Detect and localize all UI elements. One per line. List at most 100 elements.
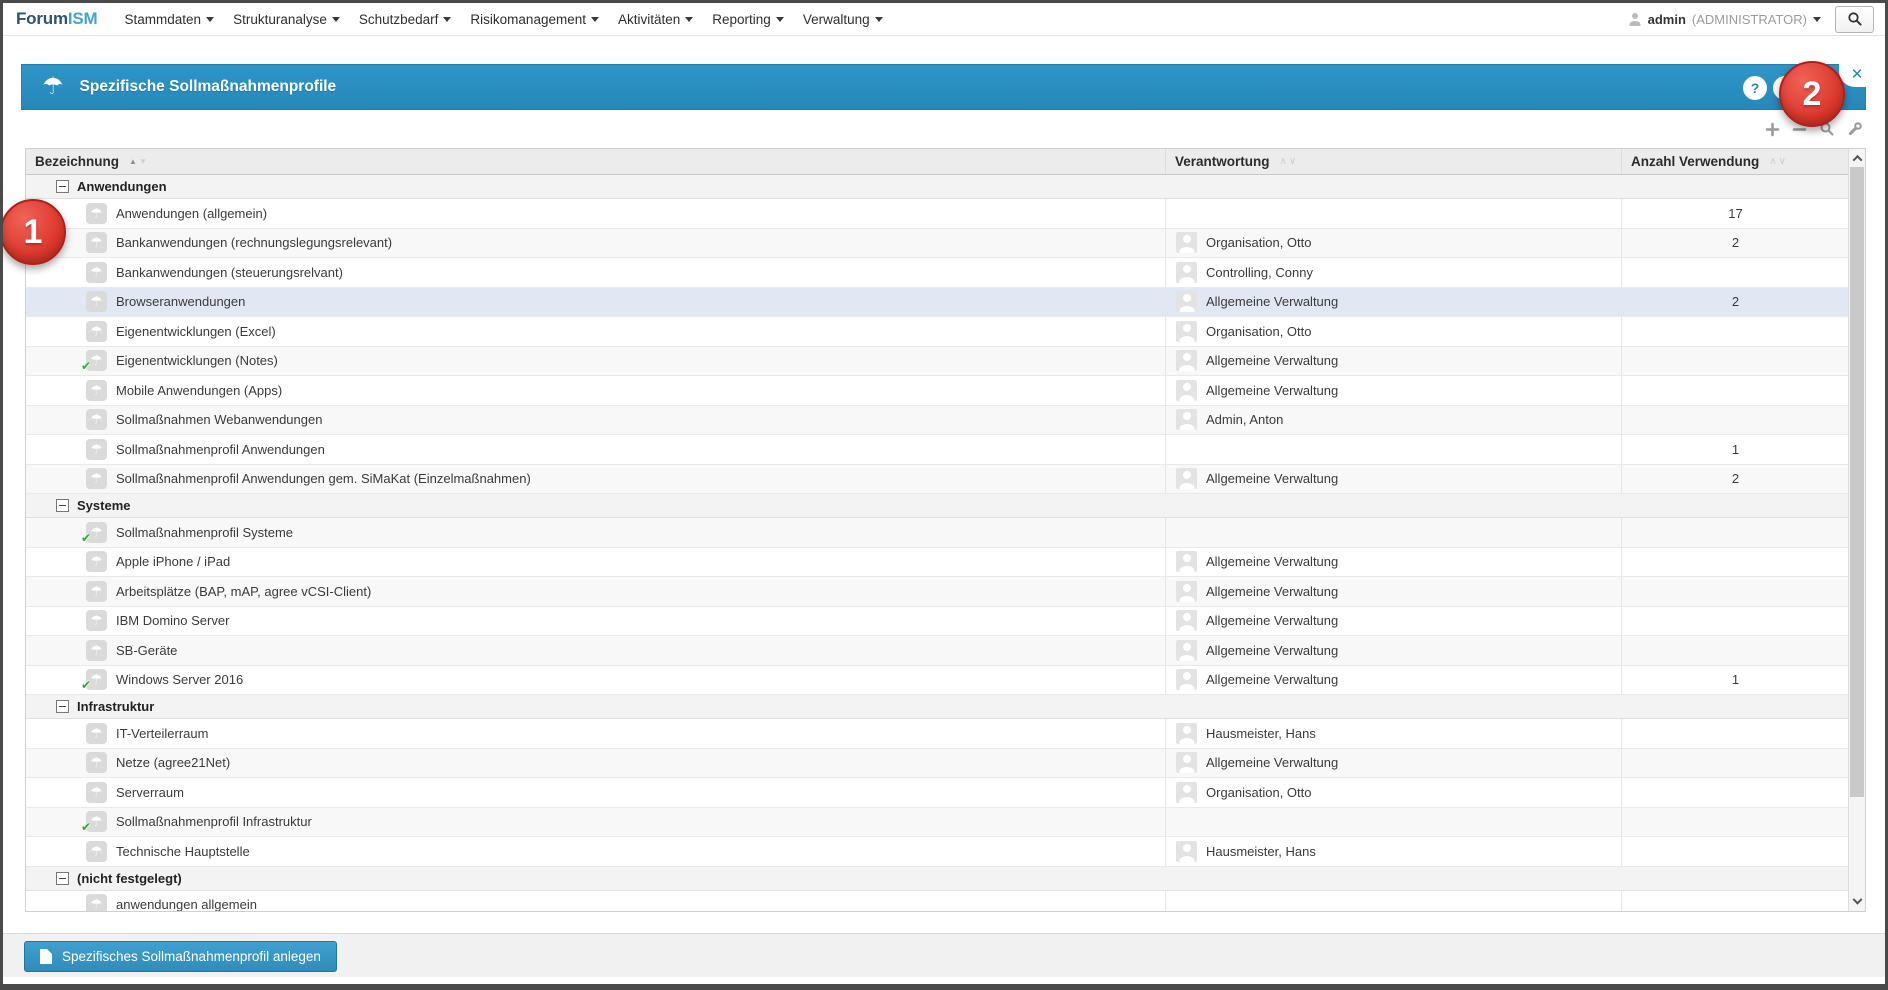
collapse-icon[interactable] (56, 872, 69, 885)
profile-name: Arbeitsplätze (BAP, mAP, agree vCSI-Clie… (116, 584, 371, 599)
search-icon (1847, 11, 1863, 27)
table-row[interactable]: ☂Sollmaßnahmenprofil Anwendungen gem. Si… (26, 465, 1849, 495)
table-row[interactable]: ☂Bankanwendungen (steuerungsrelvant)Cont… (26, 258, 1849, 288)
menu-item-schutzbedarf[interactable]: Schutzbedarf (359, 12, 452, 27)
umbrella-icon: ☂ (86, 291, 107, 312)
profiles-table: Bezeichnung▲▼Verantwortung∧∨Anzahl Verwe… (25, 148, 1866, 912)
cell-anzahl-verwendung (1622, 317, 1849, 346)
user-menu[interactable]: admin (ADMINISTRATOR) (1629, 12, 1821, 27)
person-avatar-icon (1176, 610, 1197, 631)
create-profile-button[interactable]: Spezifisches Sollmaßnahmenprofil anlegen (24, 941, 337, 972)
table-row[interactable]: ☂Netze (agree21Net)Allgemeine Verwaltung (26, 749, 1849, 779)
column-header-1[interactable]: Bezeichnung▲▼ (26, 149, 1166, 174)
scroll-down-button[interactable] (1849, 894, 1865, 910)
chevron-up-icon (1852, 154, 1862, 164)
group-row-2[interactable]: Systeme (26, 494, 1849, 518)
table-row[interactable]: ☂✔Eigenentwicklungen (Notes)Allgemeine V… (26, 347, 1849, 377)
chevron-down-icon (206, 17, 214, 22)
cell-anzahl-verwendung (1622, 406, 1849, 435)
collapse-icon[interactable] (56, 700, 69, 713)
cell-bezeichnung: ☂ Apple iPhone / iPad (26, 548, 1166, 577)
page-content: ☂ Spezifische Sollmaßnahmenprofile ? Ex … (3, 36, 1885, 912)
table-row[interactable]: ☂SB-GeräteAllgemeine Verwaltung (26, 636, 1849, 666)
app-logo[interactable]: ForumISM (16, 9, 98, 29)
menu-item-reporting[interactable]: Reporting (712, 12, 784, 27)
profile-name: Technische Hauptstelle (116, 844, 250, 859)
cell-verantwortung: Allgemeine Verwaltung (1166, 666, 1622, 695)
cell-anzahl-verwendung (1622, 347, 1849, 376)
umbrella-icon: ☂ (86, 203, 107, 224)
table-row[interactable]: ☂ Apple iPhone / iPad Allgemeine Verwaltun… (26, 548, 1849, 578)
responsible-name: Allgemeine Verwaltung (1206, 554, 1338, 569)
group-row-3[interactable]: Infrastruktur (26, 695, 1849, 719)
responsible-name: Allgemeine Verwaltung (1206, 383, 1338, 398)
table-row[interactable]: ☂IT-VerteilerraumHausmeister, Hans (26, 719, 1849, 749)
table-row[interactable]: ☂Anwendungen (allgemein)17 (26, 199, 1849, 229)
scroll-up-button[interactable] (1849, 150, 1865, 166)
group-label: Systeme (77, 498, 130, 513)
cell-anzahl-verwendung: 2 (1622, 229, 1849, 258)
table-row[interactable]: ☂Technische HauptstelleHausmeister, Hans (26, 837, 1849, 867)
user-role: (ADMINISTRATOR) (1692, 12, 1807, 27)
umbrella-icon: ☂ (86, 380, 107, 401)
umbrella-icon: ☂✔ (86, 522, 107, 543)
group-row-1[interactable]: Anwendungen (26, 175, 1849, 199)
help-button[interactable]: ? (1743, 76, 1767, 100)
menu-item-label: Schutzbedarf (359, 12, 439, 27)
cell-verantwortung: Allgemeine Verwaltung (1166, 465, 1622, 494)
column-header-label: Verantwortung (1175, 154, 1270, 169)
column-header-label: Bezeichnung (35, 154, 119, 169)
scrollbar-thumb[interactable] (1850, 167, 1864, 797)
umbrella-icon: ☂ (86, 232, 107, 253)
grid-settings-button[interactable] (1847, 121, 1863, 137)
close-icon: ✕ (1851, 65, 1864, 83)
menu-item-stammdaten[interactable]: Stammdaten (125, 12, 215, 27)
table-row[interactable]: ☂Arbeitsplätze (BAP, mAP, agree vCSI-Cli… (26, 577, 1849, 607)
menu-item-aktivitäten[interactable]: Aktivitäten (618, 12, 693, 27)
usage-count: 2 (1732, 471, 1739, 486)
group-row-4[interactable]: (nicht festgelegt) (26, 867, 1849, 891)
close-button[interactable]: ✕ (1839, 57, 1871, 87)
table-row[interactable]: ☂Sollmaßnahmenprofil Anwendungen1 (26, 435, 1849, 465)
column-header-3[interactable]: Anzahl Verwendung∧∨ (1622, 149, 1849, 174)
person-avatar-icon (1176, 669, 1197, 690)
cell-verantwortung: Controlling, Conny (1166, 258, 1622, 287)
cell-verantwortung: Allgemeine Verwaltung (1166, 376, 1622, 405)
table-row[interactable]: ☂✔Windows Server 2016Allgemeine Verwaltu… (26, 666, 1849, 696)
cell-bezeichnung: ☂IBM Domino Server (26, 607, 1166, 636)
table-row[interactable]: ☂BrowseranwendungenAllgemeine Verwaltung… (26, 288, 1849, 318)
profile-name: Apple iPhone / iPad (116, 554, 230, 569)
usage-count: 17 (1728, 206, 1742, 221)
menu-item-verwaltung[interactable]: Verwaltung (803, 12, 883, 27)
table-row[interactable]: ☂ServerraumOrganisation, Otto (26, 778, 1849, 808)
umbrella-icon: ☂ (86, 841, 107, 862)
expand-all-button[interactable] (1765, 122, 1780, 137)
table-row[interactable]: ☂Mobile Anwendungen (Apps)Allgemeine Ver… (26, 376, 1849, 406)
table-row[interactable]: ☂Eigenentwicklungen (Excel)Organisation,… (26, 317, 1849, 347)
annotation-badge-1: 1 (0, 199, 66, 265)
table-row[interactable]: ☂Sollmaßnahmen WebanwendungenAdmin, Anto… (26, 406, 1849, 436)
usage-count: 2 (1732, 294, 1739, 309)
table-row[interactable]: ☂✔Sollmaßnahmenprofil Infrastruktur (26, 808, 1849, 838)
table-row[interactable]: ☂IBM Domino Server Allgemeine Verwaltung (26, 607, 1849, 637)
table-row[interactable]: ☂anwendungen allgemein (26, 891, 1849, 913)
responsible-name: Allgemeine Verwaltung (1206, 643, 1338, 658)
menu-item-strukturanalyse[interactable]: Strukturanalyse (233, 12, 340, 27)
cell-anzahl-verwendung (1622, 607, 1849, 636)
column-header-2[interactable]: Verantwortung∧∨ (1166, 149, 1622, 174)
table-row[interactable]: ☂Bankanwendungen (rechnungslegungsreleva… (26, 229, 1849, 259)
table-row[interactable]: ☂✔Sollmaßnahmenprofil Systeme (26, 518, 1849, 548)
search-button[interactable] (1835, 6, 1874, 33)
cell-bezeichnung: ☂Browseranwendungen (26, 288, 1166, 317)
cell-anzahl-verwendung (1622, 636, 1849, 665)
chevron-down-icon (1813, 17, 1821, 22)
collapse-icon[interactable] (56, 180, 69, 193)
umbrella-icon: ☂ (86, 551, 107, 572)
vertical-scrollbar[interactable] (1848, 149, 1865, 911)
umbrella-icon: ☂ (86, 468, 107, 489)
responsible-name: Allgemeine Verwaltung (1206, 613, 1338, 628)
profile-name: anwendungen allgemein (116, 897, 257, 912)
menu-item-risikomanagement[interactable]: Risikomanagement (470, 12, 599, 27)
collapse-icon[interactable] (56, 499, 69, 512)
cell-anzahl-verwendung (1622, 891, 1849, 913)
